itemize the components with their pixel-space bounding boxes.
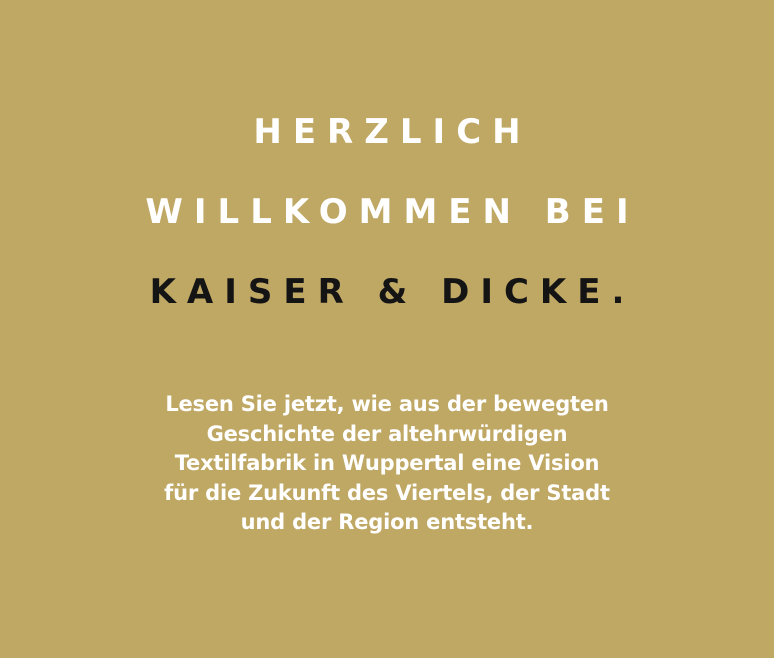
intro-paragraph: Lesen Sie jetzt, wie aus der bewegten Ge…: [0, 390, 774, 538]
intro-line-4: für die Zukunft des Viertels, der Stadt: [164, 480, 610, 505]
welcome-headline: HERZLICH WILLKOMMEN BEI KAISER & DICKE.: [0, 92, 774, 332]
welcome-panel: HERZLICH WILLKOMMEN BEI KAISER & DICKE. …: [0, 0, 774, 658]
intro-line-1: Lesen Sie jetzt, wie aus der bewegten: [165, 392, 609, 416]
headline-line-greeting: HERZLICH: [253, 112, 532, 152]
intro-line-5: und der Region entsteht.: [240, 510, 534, 534]
headline-line-welcome: WILLKOMMEN BEI: [145, 192, 640, 232]
intro-line-2: Geschichte der altehrwürdigen: [206, 421, 568, 446]
headline-line-brand: KAISER & DICKE.: [149, 272, 636, 312]
intro-line-3: Textilfabrik in Wuppertal eine Vision: [174, 451, 600, 475]
